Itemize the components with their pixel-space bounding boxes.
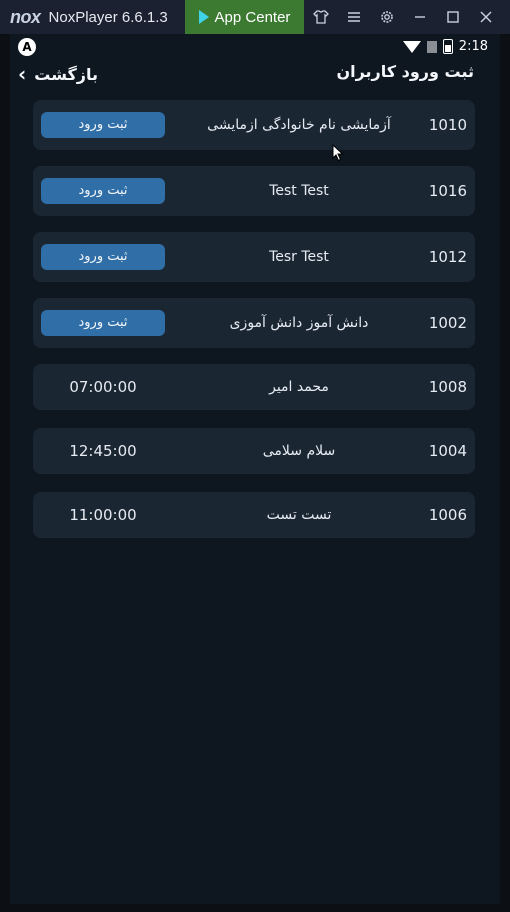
minimize-icon[interactable] [411, 8, 429, 26]
menu-icon[interactable] [345, 8, 363, 26]
app-center-label: App Center [214, 8, 291, 26]
clock: 2:18 [458, 39, 488, 54]
battery-icon [442, 39, 453, 54]
list-item: 1002 دانش آموز دانش آموزی ثبت ورود [33, 298, 475, 348]
no-signal-icon [426, 40, 437, 53]
user-name: تست تست [266, 507, 332, 523]
entry-time: 11:00:00 [69, 506, 137, 524]
gear-icon[interactable] [378, 8, 396, 26]
page-title: ثبت ورود کاربران [336, 62, 474, 81]
status-bar: A 2:18 [10, 34, 500, 60]
app-bar: ‹ بازگشت ثبت ورود کاربران [10, 60, 500, 90]
register-entry-button[interactable]: ثبت ورود [41, 244, 165, 270]
close-icon[interactable] [477, 8, 495, 26]
wifi-icon [402, 40, 421, 53]
register-entry-button[interactable]: ثبت ورود [41, 178, 165, 204]
list-item: 1016 Test Test ثبت ورود [33, 166, 475, 216]
register-entry-button[interactable]: ثبت ورود [41, 310, 165, 336]
entry-time: 12:45:00 [69, 442, 137, 460]
user-id: 1010 [428, 116, 467, 134]
entry-time: 07:00:00 [69, 378, 137, 396]
user-name: محمد امیر [269, 379, 329, 395]
user-list: 1010 آزمایشی نام خانوادگی ازمایشی ثبت ور… [33, 100, 475, 556]
back-button[interactable]: ‹ بازگشت [18, 62, 98, 86]
list-item: 1006 تست تست 11:00:00 [33, 492, 475, 538]
user-name: Test Test [269, 183, 329, 199]
list-item: 1012 Tesr Test ثبت ورود [33, 232, 475, 282]
user-id: 1006 [428, 506, 467, 524]
chevron-left-icon: ‹ [18, 62, 27, 86]
mouse-cursor-icon [332, 144, 344, 162]
user-name: دانش آموز دانش آموزی [229, 315, 369, 331]
android-screen: A 2:18 ‹ بازگشت ثبت ورود کاربران 1010 آز… [10, 34, 500, 904]
user-name: آزمایشی نام خانوادگی ازمایشی [207, 117, 391, 133]
list-item: 1004 سلام سلامی 12:45:00 [33, 428, 475, 474]
user-name: Tesr Test [269, 249, 329, 265]
app-center-button[interactable]: App Center [185, 0, 304, 34]
back-label: بازگشت [34, 64, 98, 84]
list-item: 1010 آزمایشی نام خانوادگی ازمایشی ثبت ور… [33, 100, 475, 150]
status-icons: 2:18 [402, 39, 488, 54]
emulator-titlebar: nox NoxPlayer 6.6.1.3 App Center [0, 0, 510, 34]
user-id: 1012 [428, 248, 467, 266]
user-id: 1004 [428, 442, 467, 460]
list-item: 1008 محمد امیر 07:00:00 [33, 364, 475, 410]
window-title: NoxPlayer 6.6.1.3 [48, 8, 168, 26]
play-store-icon [198, 10, 209, 24]
user-id: 1016 [428, 182, 467, 200]
register-entry-button[interactable]: ثبت ورود [41, 112, 165, 138]
maximize-icon[interactable] [444, 8, 462, 26]
shirt-icon[interactable] [312, 8, 330, 26]
nox-logo: nox [10, 6, 41, 27]
user-id: 1002 [428, 314, 467, 332]
user-name: سلام سلامی [262, 443, 336, 459]
user-id: 1008 [428, 378, 467, 396]
notification-badge: A [18, 38, 36, 56]
